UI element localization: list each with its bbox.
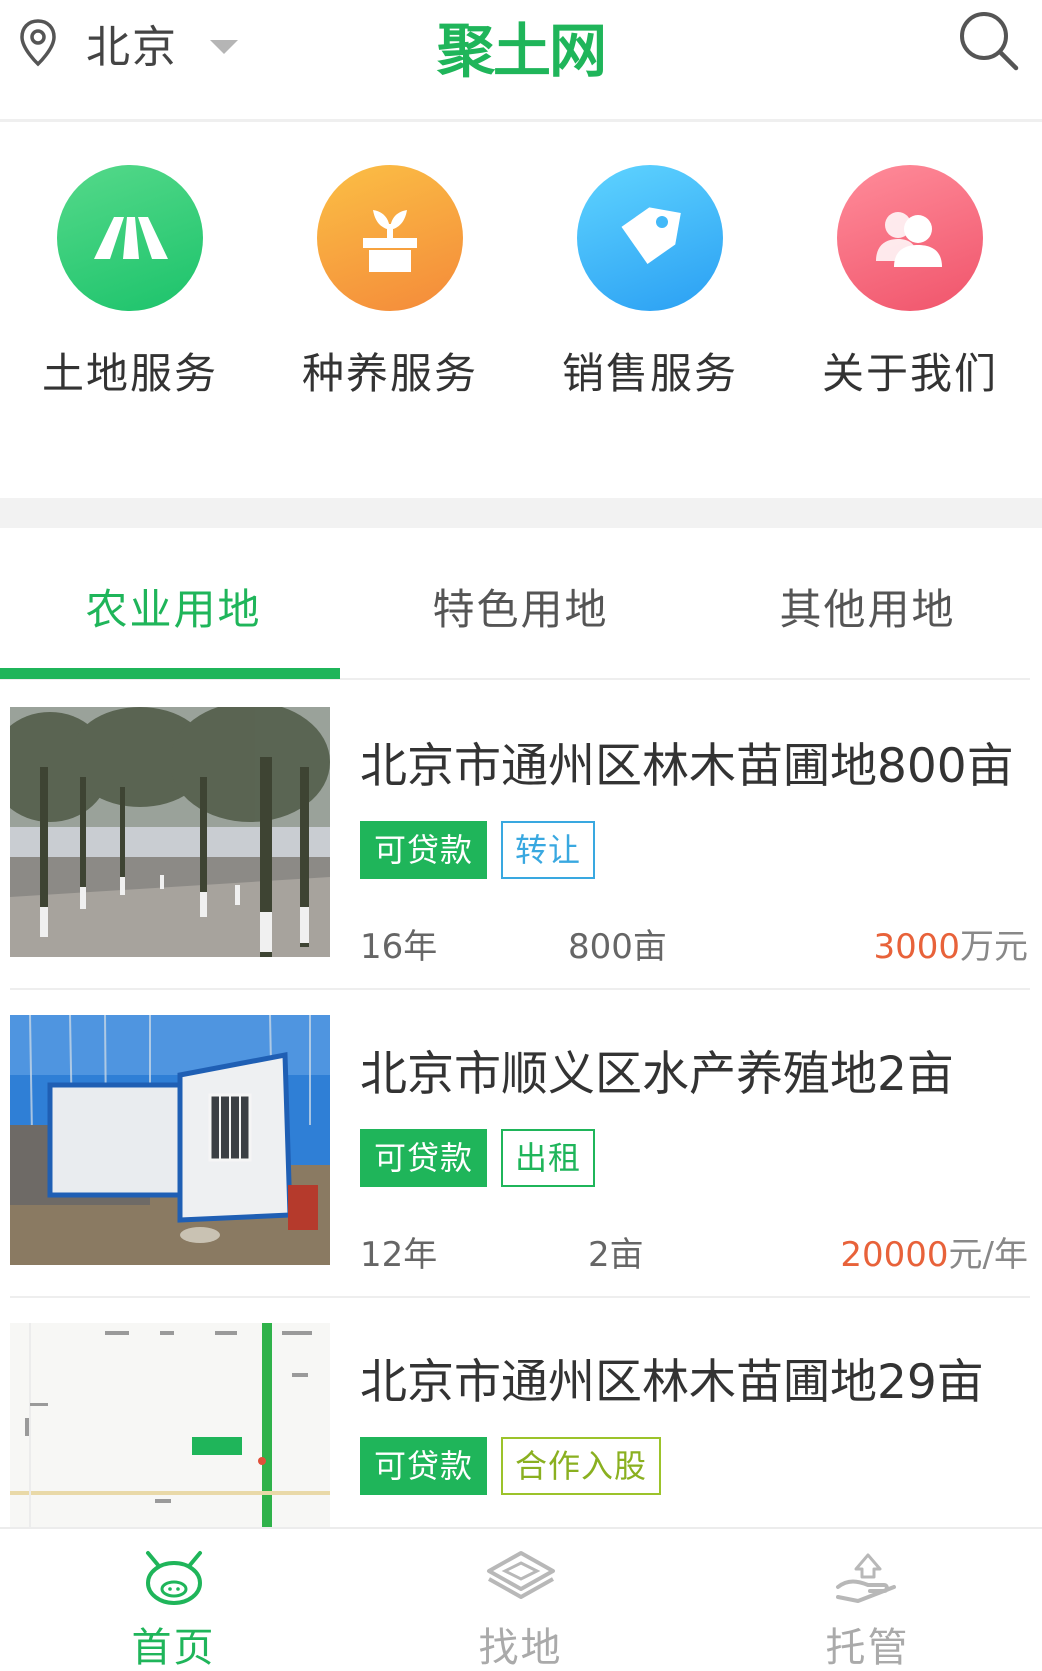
service-label: 销售服务 <box>561 349 738 398</box>
service-label: 种养服务 <box>301 349 478 398</box>
nav-label: 找地 <box>478 1625 563 1671</box>
listing-meta: 12年 2亩 20000元/年 <box>360 1227 1028 1277</box>
nav-label: 托管 <box>825 1625 910 1671</box>
listing-title: 北京市通州区林木苗圃地800亩 <box>360 739 1014 794</box>
tree-nursery-photo <box>10 707 330 957</box>
listing-tags: 可贷款 合作入股 <box>360 1437 675 1495</box>
service-label: 土地服务 <box>41 349 218 398</box>
home-face-icon <box>134 1543 214 1609</box>
listing-price: 20000元/年 <box>840 1227 1028 1276</box>
service-label: 关于我们 <box>821 349 998 398</box>
service-about[interactable]: 关于我们 <box>780 125 1040 497</box>
nav-find-land[interactable]: 找地 <box>347 1529 694 1671</box>
active-tab-indicator <box>0 668 340 679</box>
listing-price: 3000万元 <box>873 919 1028 968</box>
listing-tags: 可贷款 转让 <box>360 821 609 879</box>
listing-years: 12年 <box>360 1235 438 1275</box>
tab-other-land[interactable]: 其他用地 <box>694 528 1041 680</box>
service-sales[interactable]: 销售服务 <box>520 125 780 497</box>
tag-rent: 出租 <box>501 1129 596 1187</box>
service-grid: 土地服务 种养服务 销售服务 关于我们 <box>0 125 1042 497</box>
listing-years: 16年 <box>360 927 438 967</box>
tab-special-land[interactable]: 特色用地 <box>347 528 694 680</box>
plant-pot-icon <box>317 165 463 311</box>
bottom-navigation: 首页 找地 托管 <box>0 1527 1042 1671</box>
price-tag-icon <box>577 165 723 311</box>
listing-title: 北京市顺义区水产养殖地2亩 <box>360 1047 954 1102</box>
nav-hosting[interactable]: 托管 <box>694 1529 1041 1671</box>
search-icon <box>956 12 1022 78</box>
tag-loanable: 可贷款 <box>360 821 488 879</box>
listing-tags: 可贷款 出租 <box>360 1129 609 1187</box>
section-divider <box>0 498 1042 528</box>
tag-loanable: 可贷款 <box>360 1437 488 1495</box>
users-icon <box>837 165 983 311</box>
listing-meta: 16年 800亩 3000万元 <box>360 919 1028 969</box>
land-type-tabs: 农业用地 特色用地 其他用地 <box>0 528 1042 680</box>
tab-agricultural-land[interactable]: 农业用地 <box>0 528 347 680</box>
list-item[interactable]: 北京市通州区林木苗圃地800亩 可贷款 转让 16年 800亩 3000万元 <box>0 681 1042 989</box>
app-header: 北京 聚土网 <box>0 0 1042 122</box>
nav-home[interactable]: 首页 <box>0 1529 347 1671</box>
list-item[interactable]: 北京市顺义区水产养殖地2亩 可贷款 出租 12年 2亩 20000元/年 <box>0 989 1042 1297</box>
listing-area: 800亩 <box>568 927 667 967</box>
nav-label: 首页 <box>131 1625 216 1671</box>
app-logo: 聚土网 <box>436 17 607 85</box>
listing-area: 2亩 <box>588 1235 644 1275</box>
listing-title: 北京市通州区林木苗圃地29亩 <box>360 1355 984 1410</box>
price-value: 3000 <box>873 927 960 967</box>
road-icon <box>57 165 203 311</box>
tag-partnership: 合作入股 <box>501 1437 662 1495</box>
price-value: 20000 <box>840 1235 949 1275</box>
price-unit: 万元 <box>960 927 1028 967</box>
tag-transfer: 转让 <box>501 821 596 879</box>
container-house-photo <box>10 1015 330 1265</box>
service-farming[interactable]: 种养服务 <box>260 125 520 497</box>
search-button[interactable] <box>956 8 1022 78</box>
price-unit: 元/年 <box>948 1235 1028 1275</box>
hosting-hand-icon <box>828 1543 908 1609</box>
find-land-icon <box>481 1543 561 1609</box>
tag-loanable: 可贷款 <box>360 1129 488 1187</box>
service-land[interactable]: 土地服务 <box>0 125 260 497</box>
